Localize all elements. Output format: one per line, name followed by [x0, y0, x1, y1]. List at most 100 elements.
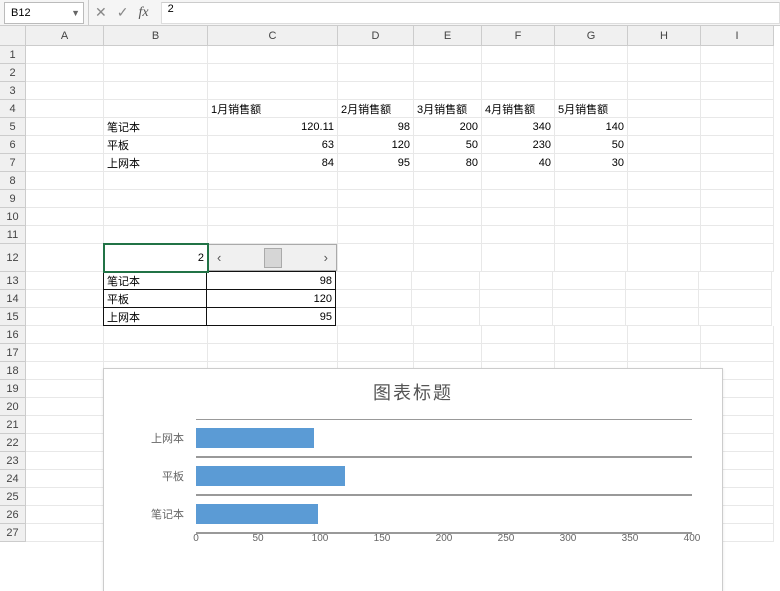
cell[interactable] — [699, 290, 772, 308]
cell[interactable] — [104, 344, 208, 362]
cell[interactable] — [208, 64, 338, 82]
cell[interactable] — [701, 326, 774, 344]
cell[interactable] — [338, 326, 414, 344]
cell[interactable]: 4月销售额 — [482, 100, 555, 118]
cell[interactable] — [555, 344, 628, 362]
cell[interactable] — [555, 46, 628, 64]
cell[interactable] — [26, 434, 104, 452]
cell[interactable] — [555, 226, 628, 244]
cell[interactable]: 上网本 — [104, 154, 208, 172]
row-header[interactable]: 7 — [0, 154, 26, 172]
cell[interactable] — [482, 64, 555, 82]
cell[interactable] — [208, 190, 338, 208]
cell[interactable] — [482, 244, 555, 272]
cell[interactable] — [26, 208, 104, 226]
cell[interactable] — [336, 272, 412, 290]
cell[interactable] — [336, 308, 412, 326]
cell[interactable] — [480, 272, 553, 290]
cell[interactable] — [628, 64, 701, 82]
cell[interactable] — [628, 172, 701, 190]
cell[interactable] — [26, 524, 104, 542]
cell[interactable] — [26, 64, 104, 82]
cell[interactable] — [628, 118, 701, 136]
row-header[interactable]: 14 — [0, 290, 26, 308]
cell[interactable] — [338, 244, 414, 272]
cell[interactable] — [26, 172, 104, 190]
cell[interactable] — [482, 172, 555, 190]
cell[interactable] — [104, 172, 208, 190]
cell[interactable] — [414, 172, 482, 190]
cell[interactable] — [338, 344, 414, 362]
cell[interactable] — [480, 308, 553, 326]
cell[interactable] — [26, 290, 104, 308]
cell[interactable] — [104, 226, 208, 244]
cell[interactable] — [414, 326, 482, 344]
col-header-F[interactable]: F — [482, 26, 555, 46]
cell[interactable] — [338, 46, 414, 64]
cell[interactable]: 98 — [206, 271, 336, 290]
cell[interactable] — [628, 154, 701, 172]
row-header[interactable]: 18 — [0, 362, 26, 380]
cell[interactable] — [555, 172, 628, 190]
cell[interactable] — [555, 64, 628, 82]
row-header[interactable]: 6 — [0, 136, 26, 154]
col-header-D[interactable]: D — [338, 26, 414, 46]
cell[interactable] — [208, 46, 338, 64]
cell[interactable] — [414, 82, 482, 100]
row-header[interactable]: 26 — [0, 506, 26, 524]
scroll-thumb[interactable] — [264, 248, 282, 268]
cell[interactable]: 笔记本 — [104, 118, 208, 136]
cell[interactable] — [480, 290, 553, 308]
cell[interactable] — [208, 326, 338, 344]
cell[interactable] — [626, 290, 699, 308]
cell[interactable] — [701, 244, 774, 272]
cell[interactable] — [414, 226, 482, 244]
cell[interactable] — [26, 118, 104, 136]
cell[interactable] — [701, 118, 774, 136]
cell[interactable] — [338, 226, 414, 244]
cell[interactable]: 98 — [338, 118, 414, 136]
cell[interactable] — [701, 154, 774, 172]
cell[interactable] — [628, 100, 701, 118]
cell[interactable]: 2月销售额 — [338, 100, 414, 118]
cell[interactable] — [628, 136, 701, 154]
cell[interactable] — [338, 190, 414, 208]
cell[interactable] — [26, 244, 104, 272]
row-header[interactable]: 8 — [0, 172, 26, 190]
cell[interactable]: 50 — [555, 136, 628, 154]
row-header[interactable]: 5 — [0, 118, 26, 136]
cell[interactable] — [26, 308, 104, 326]
row-header[interactable]: 19 — [0, 380, 26, 398]
cell[interactable] — [701, 82, 774, 100]
name-box[interactable]: B12 ▼ — [4, 2, 84, 24]
row-header[interactable]: 24 — [0, 470, 26, 488]
cell[interactable] — [26, 136, 104, 154]
scrollbar-control[interactable]: ‹ › — [208, 244, 337, 271]
cell[interactable] — [701, 208, 774, 226]
cell[interactable]: 平板 — [103, 289, 207, 308]
cell[interactable] — [482, 82, 555, 100]
cell[interactable] — [482, 344, 555, 362]
cell[interactable]: 84 — [208, 154, 338, 172]
row-header[interactable]: 2 — [0, 64, 26, 82]
cell[interactable]: 40 — [482, 154, 555, 172]
cell[interactable]: 50 — [414, 136, 482, 154]
cell[interactable] — [104, 100, 208, 118]
col-header-A[interactable]: A — [26, 26, 104, 46]
cell[interactable] — [555, 208, 628, 226]
cell[interactable] — [482, 190, 555, 208]
cell[interactable] — [104, 190, 208, 208]
row-header[interactable]: 1 — [0, 46, 26, 64]
cell[interactable]: 30 — [555, 154, 628, 172]
cell[interactable] — [414, 190, 482, 208]
col-header-E[interactable]: E — [414, 26, 482, 46]
cell[interactable] — [701, 172, 774, 190]
cell[interactable] — [208, 172, 338, 190]
cell[interactable] — [26, 398, 104, 416]
cell[interactable] — [26, 190, 104, 208]
cell[interactable] — [414, 208, 482, 226]
row-header[interactable]: 15 — [0, 308, 26, 326]
cell[interactable] — [414, 46, 482, 64]
row-header[interactable]: 3 — [0, 82, 26, 100]
cell[interactable] — [699, 272, 772, 290]
